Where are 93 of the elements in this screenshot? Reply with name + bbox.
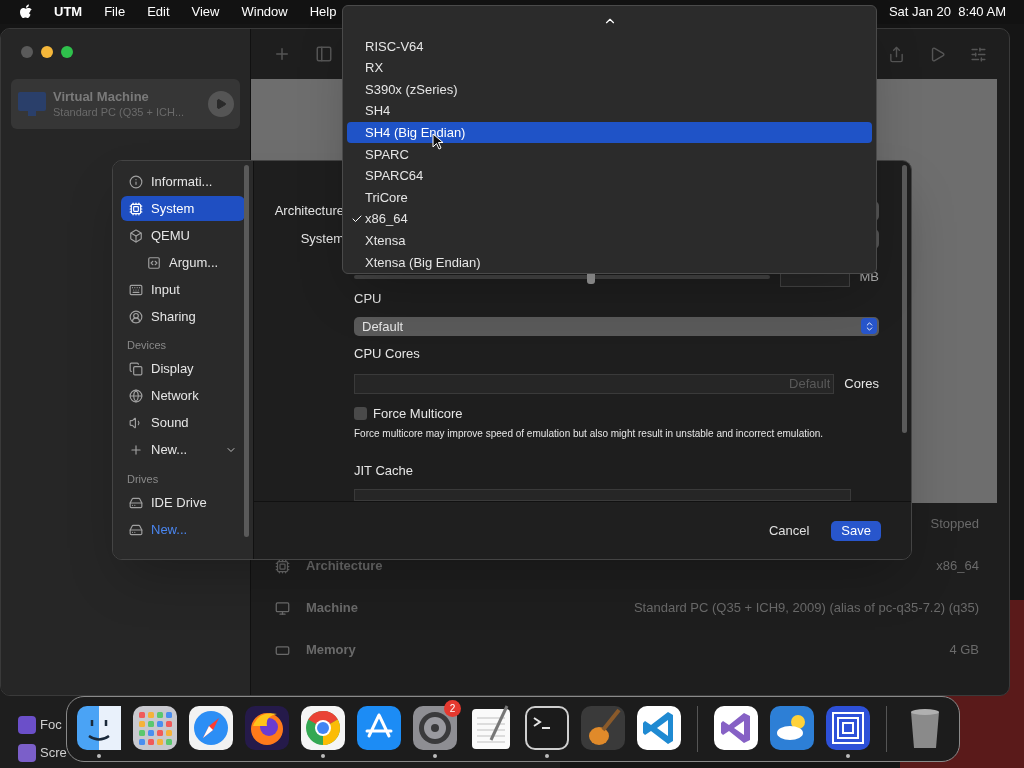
- menu-item[interactable]: Help: [309, 2, 337, 22]
- field-label: CPU: [354, 290, 383, 308]
- notification-badge: 2: [444, 700, 461, 717]
- cube-icon: [129, 228, 143, 243]
- sidebar-item[interactable]: New...: [121, 517, 245, 542]
- scrollbar[interactable]: [902, 165, 907, 433]
- monitor-icon: [275, 600, 290, 616]
- menu-item[interactable]: x86_64: [347, 208, 872, 230]
- sidebar-item[interactable]: QEMU: [121, 223, 245, 248]
- cloud-sun-icon[interactable]: [768, 704, 816, 752]
- field-label: Architecture: [273, 202, 344, 221]
- checkbox-label: Force Multicore: [373, 404, 463, 423]
- guitar-icon[interactable]: [579, 704, 627, 752]
- checkbox[interactable]: [354, 406, 367, 420]
- sidebar-item[interactable]: Network: [121, 383, 245, 409]
- minimize-button[interactable]: [41, 46, 53, 58]
- menu-item[interactable]: Xtensa: [347, 229, 872, 252]
- sidebar-item[interactable]: Sharing: [121, 304, 245, 329]
- clock[interactable]: Sat Jan 20 8:40 AM: [888, 2, 1006, 22]
- person-icon: [129, 309, 143, 324]
- running-indicator: [97, 754, 101, 758]
- menu-item[interactable]: SPARC: [347, 143, 872, 166]
- cancel-button[interactable]: Cancel: [762, 520, 816, 541]
- status-text: Stopped: [930, 515, 979, 534]
- menu-item[interactable]: RX: [347, 57, 872, 79]
- menu-app-name[interactable]: UTM: [54, 2, 83, 22]
- gear-icon[interactable]: [411, 704, 459, 752]
- help-text: Force multicore may improve speed of emulation but also might result in unstable and incorrect emulation.: [354, 427, 825, 441]
- flame-globe-icon[interactable]: [243, 704, 291, 752]
- sidebar-toggle-icon[interactable]: [315, 45, 333, 63]
- sidebar-item[interactable]: System: [121, 196, 245, 221]
- field-label: CPU Cores: [354, 345, 421, 363]
- terminal-icon[interactable]: [523, 704, 571, 752]
- apple-logo-icon[interactable]: [19, 4, 33, 20]
- ribbon-logo-icon[interactable]: [712, 704, 760, 752]
- info-icon: [129, 174, 143, 189]
- running-indicator: [846, 754, 850, 758]
- cpu-select[interactable]: Default: [354, 316, 879, 336]
- running-indicator: [321, 754, 325, 758]
- detail-label: Memory: [306, 641, 357, 660]
- drive-icon: [129, 522, 143, 537]
- play-icon: [215, 98, 227, 110]
- field-label: JIT Cache: [354, 462, 414, 480]
- circle-logo-icon[interactable]: [299, 704, 347, 752]
- plus-icon: [129, 443, 143, 457]
- menu-item[interactable]: SH4: [347, 100, 872, 122]
- running-indicator: [545, 754, 549, 758]
- section-header: Drives: [126, 471, 160, 487]
- menu-item[interactable]: TriCore: [347, 186, 872, 209]
- detail-value: x86_64: [936, 557, 979, 576]
- zoom-button[interactable]: [61, 46, 73, 58]
- sidebar-item[interactable]: Foc: [40, 715, 62, 735]
- section-header: Devices: [126, 338, 168, 353]
- sidebar-item[interactable]: Sound: [121, 410, 245, 436]
- chip-icon: [129, 201, 143, 216]
- sidebar-item[interactable]: Input: [121, 277, 245, 302]
- vm-name: Virtual Machine: [53, 89, 150, 105]
- detail-label: Machine: [306, 599, 359, 618]
- compass-icon[interactable]: [187, 704, 235, 752]
- sidebar-item[interactable]: Argum...: [139, 250, 245, 275]
- detail-value: Standard PC (Q35 + ICH9, 2009) (alias of pc-q35-7.2) (q35): [633, 599, 979, 618]
- monitor-icon: [17, 91, 47, 117]
- save-button[interactable]: Save: [831, 520, 881, 541]
- menu-item[interactable]: Xtensa (Big Endian): [347, 251, 872, 274]
- nested-squares-icon[interactable]: [824, 704, 872, 752]
- menu-item[interactable]: S390x (zSeries): [347, 78, 872, 101]
- jit-cache-field[interactable]: [354, 488, 851, 501]
- detail-value: 4 GB: [949, 641, 979, 660]
- ribbon-logo-icon[interactable]: [635, 704, 683, 752]
- letter-a-icon[interactable]: [355, 704, 403, 752]
- sidebar-item[interactable]: IDE Drive: [121, 490, 245, 515]
- unit-label: Cores: [844, 374, 879, 393]
- drive-icon: [129, 495, 143, 510]
- menu-item[interactable]: View: [191, 2, 220, 22]
- detail-label: Architecture: [306, 557, 384, 576]
- smiley-face-icon[interactable]: [75, 704, 123, 752]
- globe-icon: [129, 389, 143, 403]
- sidebar-item[interactable]: Informati...: [121, 169, 245, 194]
- sidebar-item[interactable]: Scre: [40, 743, 67, 763]
- menu-item[interactable]: RISC-V64: [347, 35, 872, 58]
- menu-item[interactable]: SPARC64: [347, 165, 872, 187]
- display-icon: [129, 362, 143, 376]
- keyboard-icon: [129, 282, 143, 297]
- grid-icon[interactable]: [131, 704, 179, 752]
- scrollbar[interactable]: [244, 165, 249, 537]
- menu-item[interactable]: Edit: [147, 2, 170, 22]
- menu-item[interactable]: SH4 (Big Endian): [347, 121, 872, 144]
- sidebar-item[interactable]: Display: [121, 356, 245, 382]
- running-indicator: [433, 754, 437, 758]
- terminal-icon: [147, 255, 161, 270]
- sidebar-item[interactable]: New...: [121, 437, 245, 463]
- menu-item[interactable]: Window: [241, 2, 288, 22]
- menu-item[interactable]: File: [104, 2, 126, 22]
